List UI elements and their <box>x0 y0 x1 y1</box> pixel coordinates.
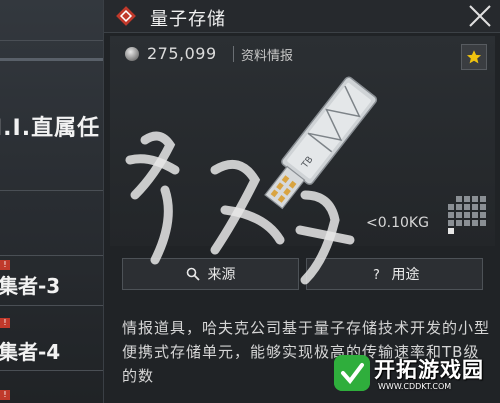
usage-button[interactable]: ? 用途 <box>306 258 483 290</box>
item-weight: <0.10KG <box>366 215 429 231</box>
divider <box>0 370 103 371</box>
divider <box>0 255 103 256</box>
dialog-header: 量子存储 <box>104 0 500 33</box>
status-badge: ! <box>0 260 10 270</box>
question-icon: ? <box>373 268 380 281</box>
background-task-list: I.I.直属任 ! 集者-3 ! 集者-4 ! <box>0 0 103 403</box>
svg-text:?: ? <box>373 268 380 281</box>
action-buttons: 来源 ? 用途 <box>122 258 483 290</box>
divider <box>0 40 103 41</box>
list-item[interactable]: 集者-4 <box>0 336 60 365</box>
search-icon <box>186 267 200 281</box>
close-icon[interactable] <box>467 3 493 29</box>
coin-icon <box>125 47 139 61</box>
divider <box>0 305 103 306</box>
star-icon <box>466 50 482 64</box>
source-button-label: 来源 <box>207 267 236 283</box>
item-preview-panel: 275,099 资料情报 TB <0.10KG <box>110 36 495 246</box>
diamond-icon <box>116 6 136 26</box>
item-price: 275,099 <box>147 44 217 63</box>
usage-button-label: 用途 <box>391 267 420 283</box>
item-description: 情报道具，哈夫克公司基于量子存储技术开发的小型便携式存储单元，能够实现极高的传输… <box>122 319 491 385</box>
favorite-button[interactable] <box>461 44 487 70</box>
source-button[interactable]: 来源 <box>122 258 299 290</box>
list-item[interactable]: 集者-3 <box>0 270 60 299</box>
divider <box>0 190 103 191</box>
status-badge: ! <box>0 390 10 400</box>
item-detail-dialog: 量子存储 275,099 资料情报 TB <0.10KG 来源 ? 用途 情报道… <box>103 0 500 403</box>
divider <box>0 58 103 61</box>
dialog-title: 量子存储 <box>150 9 226 30</box>
status-badge: ! <box>0 318 10 328</box>
task-title: I.I.直属任 <box>0 116 101 141</box>
usb-drive-image: TB <box>264 76 378 210</box>
size-grid-icon <box>448 196 486 234</box>
